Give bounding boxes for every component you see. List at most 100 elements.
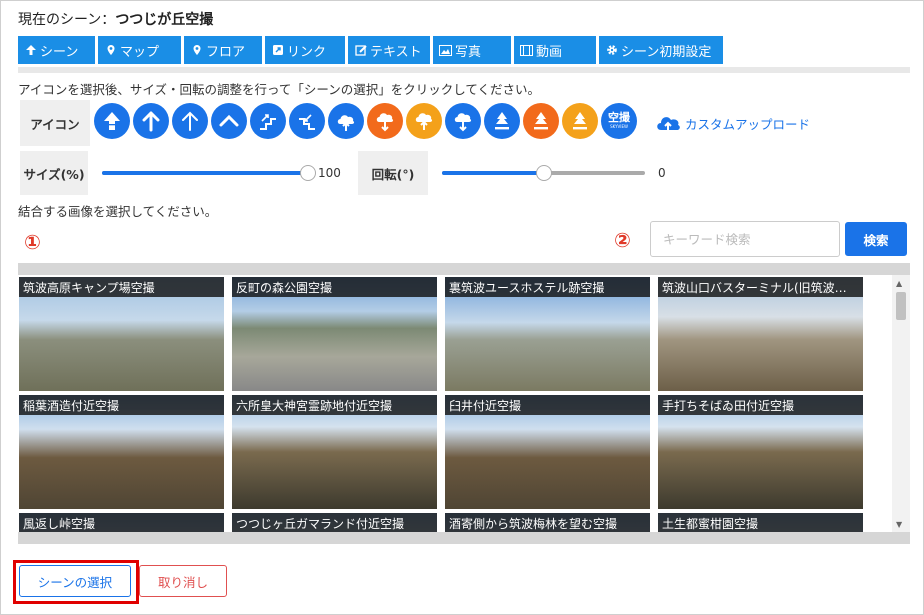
image-icon <box>439 44 452 57</box>
gear-icon <box>605 44 618 57</box>
icon-option-stairs-up[interactable] <box>250 103 286 139</box>
tab-scene[interactable]: シーン <box>18 36 95 64</box>
tab-label: フロア <box>206 44 246 60</box>
custom-upload-link[interactable]: カスタムアップロード <box>654 112 810 134</box>
select-scene-button[interactable]: シーンの選択 <box>19 565 131 597</box>
skyview-text: 空撮 <box>608 111 630 124</box>
icon-picker: 空撮 SKYVIEW <box>94 103 637 139</box>
icon-option-arrow-up[interactable] <box>133 103 169 139</box>
image-card[interactable]: 六所皇大神宮霊跡地付近空撮 <box>232 395 437 509</box>
size-slider-thumb[interactable] <box>300 165 316 181</box>
image-grid: 筑波高原キャンプ場空撮 反町の森公園空撮 裏筑波ユースホステル跡空撮 筑波山口バ… <box>18 275 892 532</box>
image-card[interactable]: 手打ちそばゐ田付近空撮 <box>658 395 863 509</box>
external-link-icon <box>271 44 284 57</box>
image-caption: 六所皇大神宮霊跡地付近空撮 <box>232 395 437 415</box>
image-caption: つつじヶ丘ガマランド付近空撮 <box>232 513 437 532</box>
tab-scene-settings[interactable]: シーン初期設定 <box>599 36 723 64</box>
icon-option-cloud-up-amber[interactable] <box>406 103 442 139</box>
edit-icon <box>354 44 367 57</box>
arrow-up-icon <box>24 44 37 57</box>
image-caption: 筑波山口バスターミナル(旧筑波… <box>658 277 863 297</box>
icon-option-cloud-down-orange[interactable] <box>367 103 403 139</box>
icon-option-arrow-up-thin[interactable] <box>172 103 208 139</box>
tab-label: マップ <box>120 44 160 60</box>
skyview-subtext: SKYVIEW <box>610 124 628 129</box>
tab-floor[interactable]: フロア <box>184 36 262 64</box>
rotation-slider-thumb[interactable] <box>536 165 552 181</box>
image-caption: 酒寄側から筑波梅林を望む空撮 <box>445 513 650 532</box>
image-card[interactable]: つつじヶ丘ガマランド付近空撮 <box>232 513 437 532</box>
image-caption: 筑波高原キャンプ場空撮 <box>19 277 224 297</box>
marker-one: ① <box>24 230 41 254</box>
film-icon <box>520 44 533 57</box>
image-caption: 臼井付近空撮 <box>445 395 650 415</box>
rotation-slider-fill <box>442 171 544 175</box>
rotation-value: 0 <box>658 166 666 180</box>
custom-upload-label: カスタムアップロード <box>685 116 811 132</box>
tab-video[interactable]: 動画 <box>514 36 596 64</box>
size-slider-track <box>102 165 316 181</box>
select-image-instructions: 結合する画像を選択してください。 <box>18 204 218 219</box>
scroll-down-icon[interactable]: ▼ <box>896 520 902 529</box>
icon-option-chevron-up[interactable] <box>211 103 247 139</box>
image-caption: 裏筑波ユースホステル跡空撮 <box>445 277 650 297</box>
icon-option-tree-up[interactable] <box>484 103 520 139</box>
cloud-upload-icon <box>654 112 682 134</box>
icon-option-tree-orange[interactable] <box>523 103 559 139</box>
image-caption: 稲葉酒造付近空撮 <box>19 395 224 415</box>
icon-option-tree-amber[interactable] <box>562 103 598 139</box>
image-card[interactable]: 酒寄側から筑波梅林を望む空撮 <box>445 513 650 532</box>
marker-two: ② <box>614 228 631 252</box>
size-slider[interactable] <box>102 165 316 181</box>
rotation-slider[interactable] <box>442 165 645 181</box>
search-button[interactable]: 検索 <box>845 222 907 256</box>
image-card[interactable]: 筑波高原キャンプ場空撮 <box>19 277 224 391</box>
tab-map[interactable]: マップ <box>98 36 181 64</box>
grid-scrollbar[interactable]: ▲ ▼ <box>892 275 910 532</box>
tab-link[interactable]: リンク <box>265 36 345 64</box>
tab-label: 写真 <box>455 44 482 60</box>
tab-label: シーン初期設定 <box>621 44 712 60</box>
icon-option-stairs-down[interactable] <box>289 103 325 139</box>
rotation-slider-track <box>442 165 645 181</box>
scrollbar-thumb[interactable] <box>896 292 906 320</box>
tab-label: 動画 <box>536 44 563 60</box>
image-caption: 土生都蜜柑園空撮 <box>658 513 863 532</box>
image-card[interactable]: 稲葉酒造付近空撮 <box>19 395 224 509</box>
icon-instructions: アイコンを選択後、サイズ・回転の調整を行って「シーンの選択」をクリックしてくださ… <box>18 82 541 97</box>
icon-option-skyview[interactable]: 空撮 SKYVIEW <box>601 103 637 139</box>
image-card[interactable]: 裏筑波ユースホステル跡空撮 <box>445 277 650 391</box>
tab-divider <box>18 67 910 73</box>
keyword-search-input[interactable] <box>650 221 840 257</box>
scroll-up-icon[interactable]: ▲ <box>896 279 902 288</box>
map-pin-icon <box>190 44 203 57</box>
image-card[interactable]: 臼井付近空撮 <box>445 395 650 509</box>
grid-top-bar <box>18 263 910 275</box>
tab-text[interactable]: テキスト <box>348 36 430 64</box>
rotation-label: 回転(°) <box>358 151 428 195</box>
size-value: 100 <box>318 166 341 180</box>
tab-bar: シーン マップ フロア リンク テキスト 写真 動画 シーン初期設定 <box>18 36 723 64</box>
image-card[interactable]: 筑波山口バスターミナル(旧筑波… <box>658 277 863 391</box>
icon-option-arrow-up-bold[interactable] <box>94 103 130 139</box>
image-card[interactable]: 風返し峠空撮 <box>19 513 224 532</box>
image-caption: 風返し峠空撮 <box>19 513 224 532</box>
icon-label: アイコン <box>20 100 90 146</box>
current-scene-name: つつじが丘空撮 <box>115 12 214 28</box>
icon-option-cloud-up[interactable] <box>328 103 364 139</box>
image-caption: 手打ちそばゐ田付近空撮 <box>658 395 863 415</box>
image-card[interactable]: 反町の森公園空撮 <box>232 277 437 391</box>
cancel-button[interactable]: 取り消し <box>139 565 227 597</box>
page-title: 現在のシーン：つつじが丘空撮 <box>18 12 214 28</box>
size-slider-fill <box>102 171 308 175</box>
grid-bottom-bar <box>18 532 910 544</box>
tab-label: テキスト <box>370 44 422 60</box>
tab-photo[interactable]: 写真 <box>433 36 511 64</box>
tab-label: リンク <box>287 44 327 60</box>
tab-label: シーン <box>40 44 79 60</box>
map-pin-icon <box>104 44 117 57</box>
image-caption: 反町の森公園空撮 <box>232 277 437 297</box>
image-card[interactable]: 土生都蜜柑園空撮 <box>658 513 863 532</box>
size-label: サイズ(%) <box>20 151 88 195</box>
icon-option-cloud-down[interactable] <box>445 103 481 139</box>
